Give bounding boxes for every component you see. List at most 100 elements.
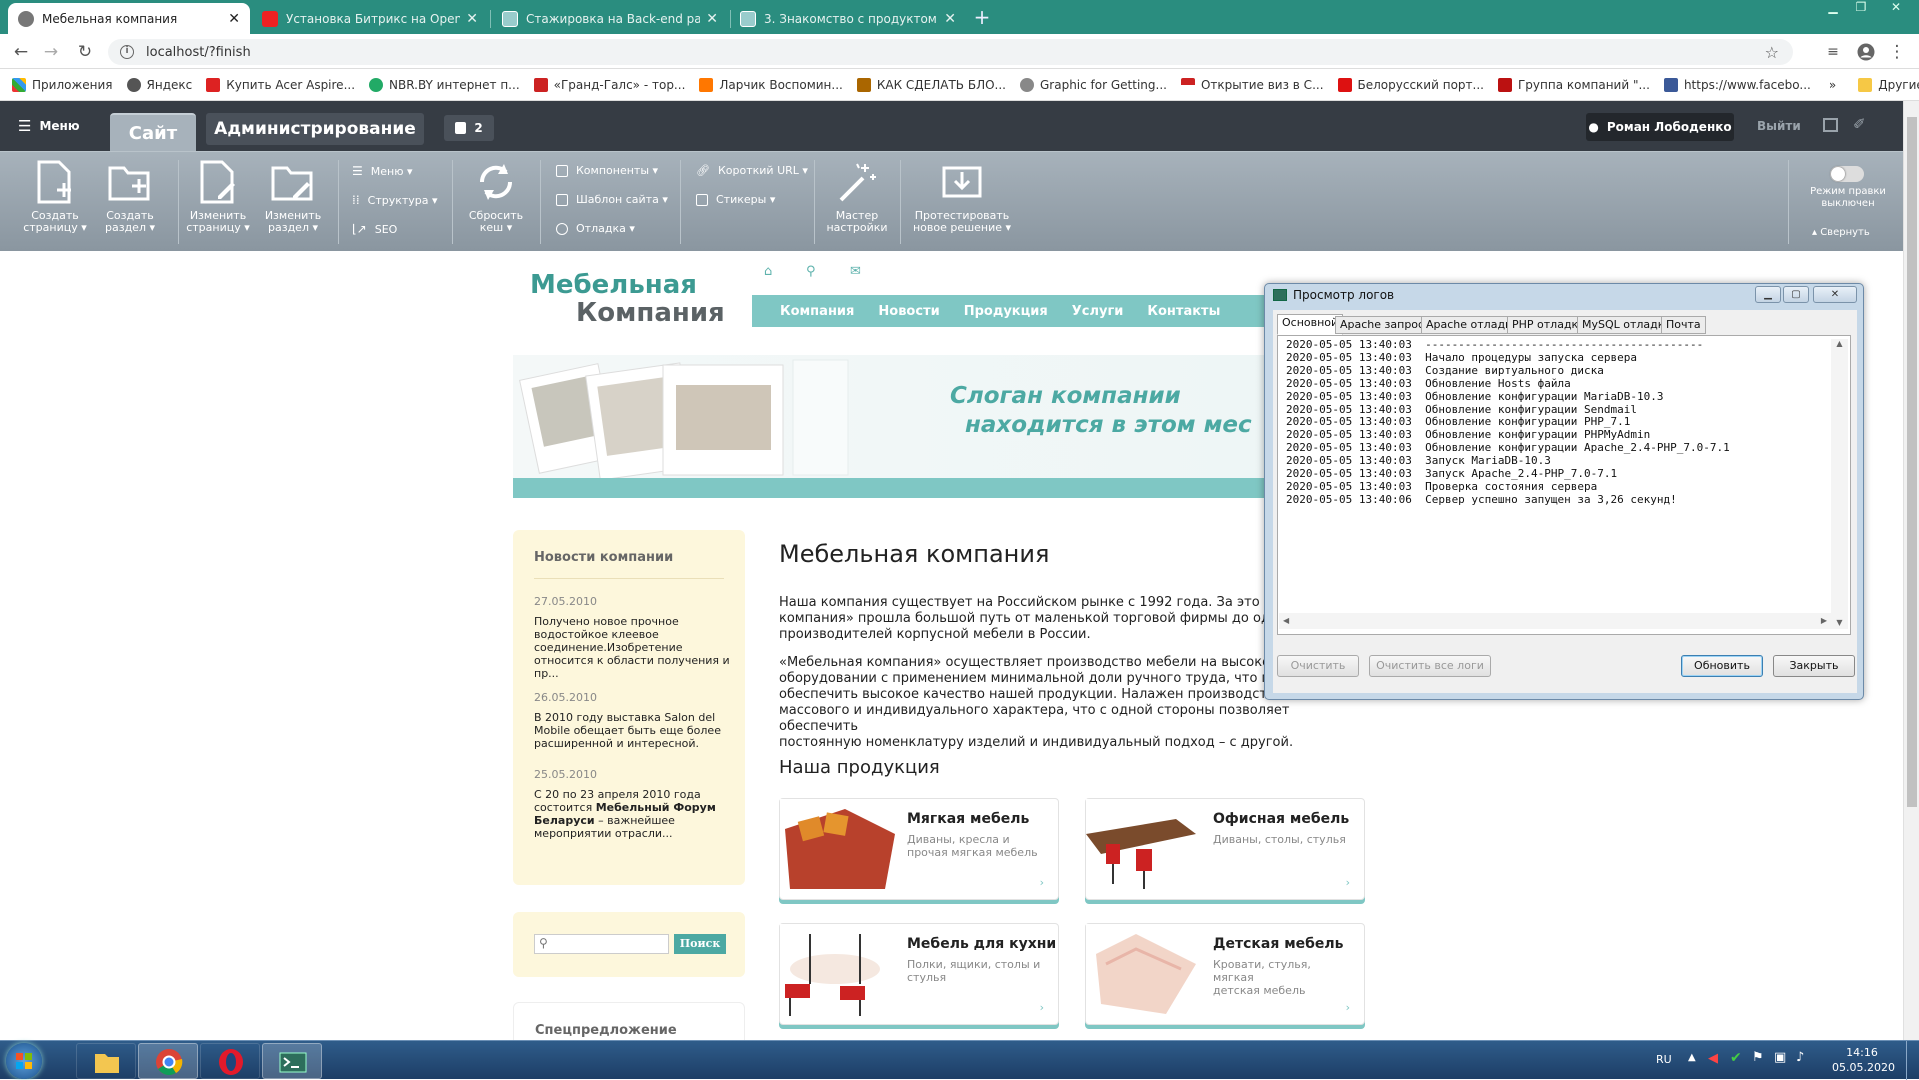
scroll-up-icon[interactable]: ▲: [1831, 339, 1848, 348]
test-solution-button[interactable]: Протестировать новое решение ▾: [910, 160, 1014, 234]
debug-tool[interactable]: Отладка ▾: [556, 222, 635, 235]
tray-openserver-flag-icon[interactable]: ✔: [1730, 1050, 1742, 1066]
new-tab-button[interactable]: +: [970, 6, 994, 28]
bookmark-item[interactable]: «Гранд-Галс» - тор...: [533, 77, 685, 92]
log-horizontal-scrollbar[interactable]: ◀ ▶: [1279, 613, 1831, 629]
bookmarks-overflow-button[interactable]: »: [1829, 78, 1836, 92]
short-url-tool[interactable]: 🔗︎ Короткий URL ▾: [696, 164, 808, 177]
nav-news[interactable]: Новости: [878, 304, 939, 319]
panel-settings-icon[interactable]: [1823, 118, 1838, 132]
create-section-button[interactable]: Создать раздел ▾: [95, 160, 165, 234]
site-logo-line1[interactable]: Мебельная: [530, 270, 697, 300]
home-icon[interactable]: ⌂: [764, 264, 772, 279]
seo-tool[interactable]: ⌊↗ SEO: [352, 222, 397, 236]
nav-contacts[interactable]: Контакты: [1147, 304, 1220, 319]
back-icon[interactable]: ←: [10, 42, 32, 62]
forward-icon[interactable]: →: [40, 42, 62, 62]
log-viewer-titlebar[interactable]: Просмотр логов: [1273, 288, 1394, 302]
tab-bitrix-install[interactable]: Установка Битрикс на OpenServ ✕: [252, 3, 488, 34]
bookmark-item[interactable]: Яндекс: [126, 77, 192, 92]
bookmark-item[interactable]: https://www.facebo...: [1663, 77, 1811, 92]
collapse-panel-link[interactable]: ▴ Свернуть: [1812, 227, 1870, 238]
stickers-tool[interactable]: Стикеры ▾: [696, 193, 775, 206]
menu-tool[interactable]: ☰ Меню ▾: [352, 164, 413, 178]
tab-mail[interactable]: Почта: [1661, 316, 1706, 334]
tray-expand-icon[interactable]: ▲: [1688, 1052, 1696, 1063]
bookmark-item[interactable]: Белорусский порт...: [1337, 77, 1484, 92]
close-button[interactable]: Закрыть: [1773, 655, 1855, 677]
reload-icon[interactable]: ↻: [74, 42, 96, 62]
edit-page-button[interactable]: Изменить страницу ▾: [183, 160, 253, 234]
mail-icon[interactable]: ✉: [850, 264, 861, 279]
tab-main[interactable]: Основной: [1277, 314, 1344, 335]
tab-site[interactable]: Сайт: [110, 113, 196, 151]
window-close-icon[interactable]: ✕: [1813, 286, 1857, 303]
tray-antivirus-icon[interactable]: ◀: [1708, 1051, 1718, 1066]
profile-icon[interactable]: [1855, 42, 1877, 62]
scroll-left-icon[interactable]: ◀: [1283, 613, 1289, 629]
chrome-taskbar-button[interactable]: [138, 1043, 198, 1079]
site-logo-line2[interactable]: Компания: [576, 298, 725, 328]
window-minimize-icon[interactable]: ▁: [1755, 286, 1781, 303]
clear-all-logs-button[interactable]: Очистить все логи: [1369, 655, 1491, 677]
show-desktop-button[interactable]: [1906, 1041, 1919, 1080]
tray-network-icon[interactable]: ▣: [1774, 1050, 1786, 1065]
tab-mebel[interactable]: Мебельная компания ✕: [8, 3, 250, 34]
reset-cache-button[interactable]: Сбросить кеш ▾: [460, 160, 532, 234]
nav-products[interactable]: Продукция: [964, 304, 1048, 319]
close-tab-icon[interactable]: ✕: [466, 11, 478, 27]
product-card-kids[interactable]: Детская мебель Кровати, стулья, мягкая де…: [1085, 923, 1365, 1025]
reading-list-icon[interactable]: ≡: [1822, 42, 1844, 62]
search-button[interactable]: Поиск: [674, 934, 726, 954]
taskbar-clock[interactable]: 14:16 05.05.2020: [1832, 1045, 1895, 1075]
close-tab-icon[interactable]: ✕: [228, 11, 240, 27]
tray-action-center-icon[interactable]: ⚑: [1752, 1050, 1764, 1065]
clear-button[interactable]: Очистить: [1277, 655, 1359, 677]
nav-company[interactable]: Компания: [780, 304, 854, 319]
create-page-button[interactable]: Создать страницу ▾: [20, 160, 90, 234]
search-icon[interactable]: ⚲: [806, 264, 816, 279]
restore-icon[interactable]: ❐: [1848, 0, 1874, 18]
product-card-soft[interactable]: Мягкая мебель Диваны, кресла и прочая мяг…: [779, 798, 1059, 900]
close-window-icon[interactable]: ✕: [1878, 0, 1914, 18]
structure-tool[interactable]: ⁞⁞ Структура ▾: [352, 193, 438, 207]
log-text-area[interactable]: 2020-05-05 13:40:03 --------------------…: [1277, 335, 1851, 635]
bitrix-menu-button[interactable]: ☰ Меню: [18, 117, 80, 135]
explorer-taskbar-button[interactable]: [76, 1043, 136, 1079]
window-maximize-icon[interactable]: ▢: [1783, 286, 1809, 303]
openserver-taskbar-button[interactable]: [262, 1043, 322, 1079]
language-indicator[interactable]: RU: [1656, 1053, 1672, 1066]
opera-taskbar-button[interactable]: [200, 1043, 260, 1079]
logout-link[interactable]: Выйти: [1757, 119, 1801, 133]
tab-backend[interactable]: Стажировка на Back-end разра ✕: [492, 3, 728, 34]
scroll-right-icon[interactable]: ▶: [1821, 613, 1827, 629]
edit-mode-toggle[interactable]: [1830, 166, 1864, 182]
news-item[interactable]: С 20 по 23 апреля 2010 года состоится Ме…: [534, 788, 716, 840]
product-card-kitchen[interactable]: Мебель для кухни Полки, ящики, столы и ст…: [779, 923, 1059, 1025]
wizard-button[interactable]: Мастер настройки: [818, 160, 896, 234]
info-icon[interactable]: i: [120, 45, 134, 59]
scrollbar-thumb[interactable]: [1907, 117, 1917, 807]
tray-volume-icon[interactable]: ♪: [1796, 1050, 1804, 1065]
edit-section-button[interactable]: Изменить раздел ▾: [258, 160, 328, 234]
nav-services[interactable]: Услуги: [1072, 304, 1124, 319]
tab-product[interactable]: 3. Знакомство с продуктом ✕: [730, 3, 966, 34]
bookmark-star-icon[interactable]: ☆: [1765, 43, 1779, 62]
bookmark-item[interactable]: Открытие виз в С...: [1180, 77, 1324, 92]
other-bookmarks[interactable]: Другие закладки: [1858, 77, 1919, 92]
close-tab-icon[interactable]: ✕: [706, 11, 718, 27]
page-scrollbar[interactable]: [1903, 101, 1919, 1040]
pin-icon[interactable]: ✐: [1853, 115, 1866, 133]
scroll-down-icon[interactable]: ▼: [1831, 618, 1848, 627]
bookmark-item[interactable]: Graphic for Getting...: [1020, 77, 1167, 92]
site-search-input[interactable]: ⚲: [534, 934, 669, 954]
notifications-button[interactable]: 2: [444, 115, 494, 141]
news-item[interactable]: В 2010 году выставка Salon del Mobile об…: [534, 711, 721, 750]
bookmark-item[interactable]: NBR.BY интернет п...: [369, 77, 520, 92]
address-bar[interactable]: i localhost/?finish ☆: [108, 39, 1793, 65]
start-button[interactable]: [6, 1043, 42, 1079]
bookmark-apps[interactable]: Приложения: [12, 77, 113, 92]
components-tool[interactable]: Компоненты ▾: [556, 164, 658, 177]
bookmark-item[interactable]: Купить Acer Aspire...: [206, 77, 355, 92]
refresh-button[interactable]: Обновить: [1681, 655, 1763, 677]
